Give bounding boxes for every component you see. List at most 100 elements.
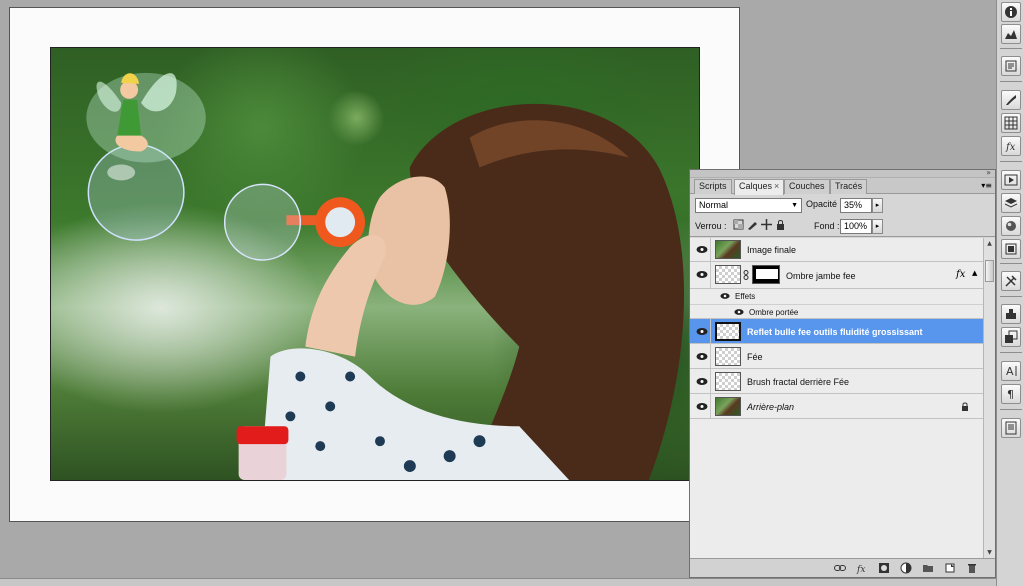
layer-thumbnail <box>715 322 741 341</box>
svg-text:A: A <box>1006 365 1014 378</box>
group-icon[interactable] <box>922 562 934 574</box>
swatches-icon[interactable] <box>1001 113 1021 133</box>
lock-transparency-icon[interactable] <box>733 219 744 230</box>
actions-icon[interactable] <box>1001 170 1021 190</box>
layer-comps-icon[interactable] <box>1001 327 1021 347</box>
layer-name[interactable]: Brush fractal derrière Fée <box>747 377 849 387</box>
svg-text:fx: fx <box>1005 142 1016 153</box>
link-icon[interactable] <box>834 562 846 574</box>
visibility-eye-icon[interactable] <box>696 352 708 361</box>
history-icon[interactable] <box>1001 56 1021 76</box>
layer-thumbnail <box>715 265 741 284</box>
brush-presets-icon[interactable] <box>1001 90 1021 110</box>
tools-icon[interactable] <box>1001 271 1021 291</box>
blend-options-row: Normal ▼ Opacité : 35% ▸ <box>690 195 995 216</box>
layer-thumbnail <box>715 372 741 391</box>
layer-name[interactable]: Image finale <box>747 245 796 255</box>
lock-position-icon[interactable] <box>761 219 772 230</box>
new-layer-icon[interactable] <box>944 562 956 574</box>
layer-thumbnail <box>715 347 741 366</box>
opacity-input[interactable]: 35% <box>840 198 872 213</box>
layer-row-ombre-jambe-fee[interactable]: Ombre jambe fee fx ▲ <box>690 262 983 289</box>
photo-bubble-girl-fairy <box>50 47 700 481</box>
panel-title-bar[interactable]: » <box>690 168 995 178</box>
layers-panel: » Scripts Calques × Couches Tracés ▾≡ Nor… <box>689 168 996 578</box>
mask-link-icon[interactable] <box>743 270 749 280</box>
visibility-eye-icon[interactable] <box>734 308 744 316</box>
visibility-eye-icon[interactable] <box>696 270 708 279</box>
collapse-effects-icon[interactable]: ▲ <box>972 269 977 277</box>
photo-artwork <box>86 72 684 480</box>
scroll-down-icon[interactable]: ▼ <box>984 547 995 558</box>
paragraph-icon[interactable]: ¶ <box>1001 384 1021 404</box>
lock-icon <box>962 402 968 411</box>
layer-actions-bar: fx <box>690 558 995 577</box>
svg-text:¶: ¶ <box>1007 388 1014 401</box>
tab-close-icon[interactable]: × <box>774 181 779 191</box>
layer-name[interactable]: Arrière-plan <box>747 402 794 412</box>
visibility-eye-icon[interactable] <box>696 245 708 254</box>
layer-mask-thumbnail[interactable] <box>752 265 780 284</box>
lock-pixels-icon[interactable] <box>747 219 758 230</box>
layer-thumbnail <box>715 397 741 416</box>
clone-source-icon[interactable] <box>1001 304 1021 324</box>
collapse-icon[interactable]: » <box>986 168 991 177</box>
layer-row-image-finale[interactable]: Image finale <box>690 238 983 262</box>
layer-thumbnail <box>715 240 741 259</box>
visibility-eye-icon[interactable] <box>696 402 708 411</box>
layer-name[interactable]: Reflet bulle fee outils fluidité grossis… <box>747 327 923 337</box>
visibility-eye-icon[interactable] <box>720 292 730 300</box>
layer-row-reflet-bulle-selected[interactable]: Reflet bulle fee outils fluidité grossis… <box>690 319 983 344</box>
tab-traces[interactable]: Tracés <box>830 179 868 194</box>
blend-mode-select[interactable]: Normal ▼ <box>695 198 802 213</box>
adjustment-icon[interactable] <box>900 562 912 574</box>
fill-input[interactable]: 100% <box>840 219 872 234</box>
tab-scripts[interactable]: Scripts <box>694 179 732 194</box>
scrollbar-thumb[interactable] <box>985 260 994 282</box>
opacity-label: Opacité : <box>806 199 843 209</box>
effects-group-row[interactable]: Effets <box>690 289 983 304</box>
lock-options-row: Verrou : Fond : 100% ▸ <box>690 216 995 237</box>
notes-icon[interactable] <box>1001 418 1021 438</box>
visibility-eye-icon[interactable] <box>696 327 708 336</box>
layer-name[interactable]: Ombre jambe fee <box>786 271 856 281</box>
fx-icon[interactable]: fx <box>856 562 868 574</box>
trash-icon[interactable] <box>966 562 978 574</box>
fill-label: Fond : <box>814 221 840 231</box>
mask-icon[interactable] <box>878 562 890 574</box>
tab-calques[interactable]: Calques × <box>734 179 785 195</box>
lock-all-icon[interactable] <box>775 219 786 230</box>
scroll-up-icon[interactable]: ▲ <box>984 238 995 249</box>
info-icon[interactable] <box>1001 2 1021 22</box>
tab-couches[interactable]: Couches <box>784 179 830 194</box>
fx-icon[interactable]: fx <box>1001 136 1021 156</box>
svg-text:fx: fx <box>856 565 865 574</box>
effect-name: Ombre portée <box>749 308 799 317</box>
dropdown-arrow-icon: ▼ <box>791 202 798 209</box>
fx-badge[interactable]: fx <box>956 269 965 280</box>
3d-icon[interactable] <box>1001 216 1021 236</box>
character-icon[interactable]: A <box>1001 361 1021 381</box>
layer-row-fee[interactable]: Fée <box>690 344 983 369</box>
layers-icon[interactable] <box>1001 193 1021 213</box>
layer-list: Image finale Ombre jambe fee fx ▲ Effets… <box>690 238 995 558</box>
panel-tabs: Scripts Calques × Couches Tracés ▾≡ <box>690 178 995 195</box>
opacity-slider-button[interactable]: ▸ <box>872 198 883 213</box>
layer-row-brush-fractal[interactable]: Brush fractal derrière Fée <box>690 369 983 394</box>
panel-dock-toolbar: fx A ¶ <box>996 0 1024 586</box>
effects-label: Effets <box>735 292 756 301</box>
lock-label: Verrou : <box>695 221 727 231</box>
histogram-icon[interactable] <box>1001 24 1021 44</box>
fill-slider-button[interactable]: ▸ <box>872 219 883 234</box>
document-canvas[interactable] <box>9 7 740 522</box>
layer-name[interactable]: Fée <box>747 352 763 362</box>
effect-drop-shadow-row[interactable]: Ombre portée <box>690 304 983 319</box>
panel-menu-icon[interactable]: ▾≡ <box>981 181 992 190</box>
layer-row-arriere-plan[interactable]: Arrière-plan <box>690 394 983 419</box>
status-strip <box>0 578 996 586</box>
small-bubble <box>223 183 302 261</box>
navigator-icon[interactable] <box>1001 239 1021 259</box>
girl-arm <box>305 234 386 357</box>
layer-list-scrollbar[interactable]: ▲ ▼ <box>983 238 995 558</box>
visibility-eye-icon[interactable] <box>696 377 708 386</box>
